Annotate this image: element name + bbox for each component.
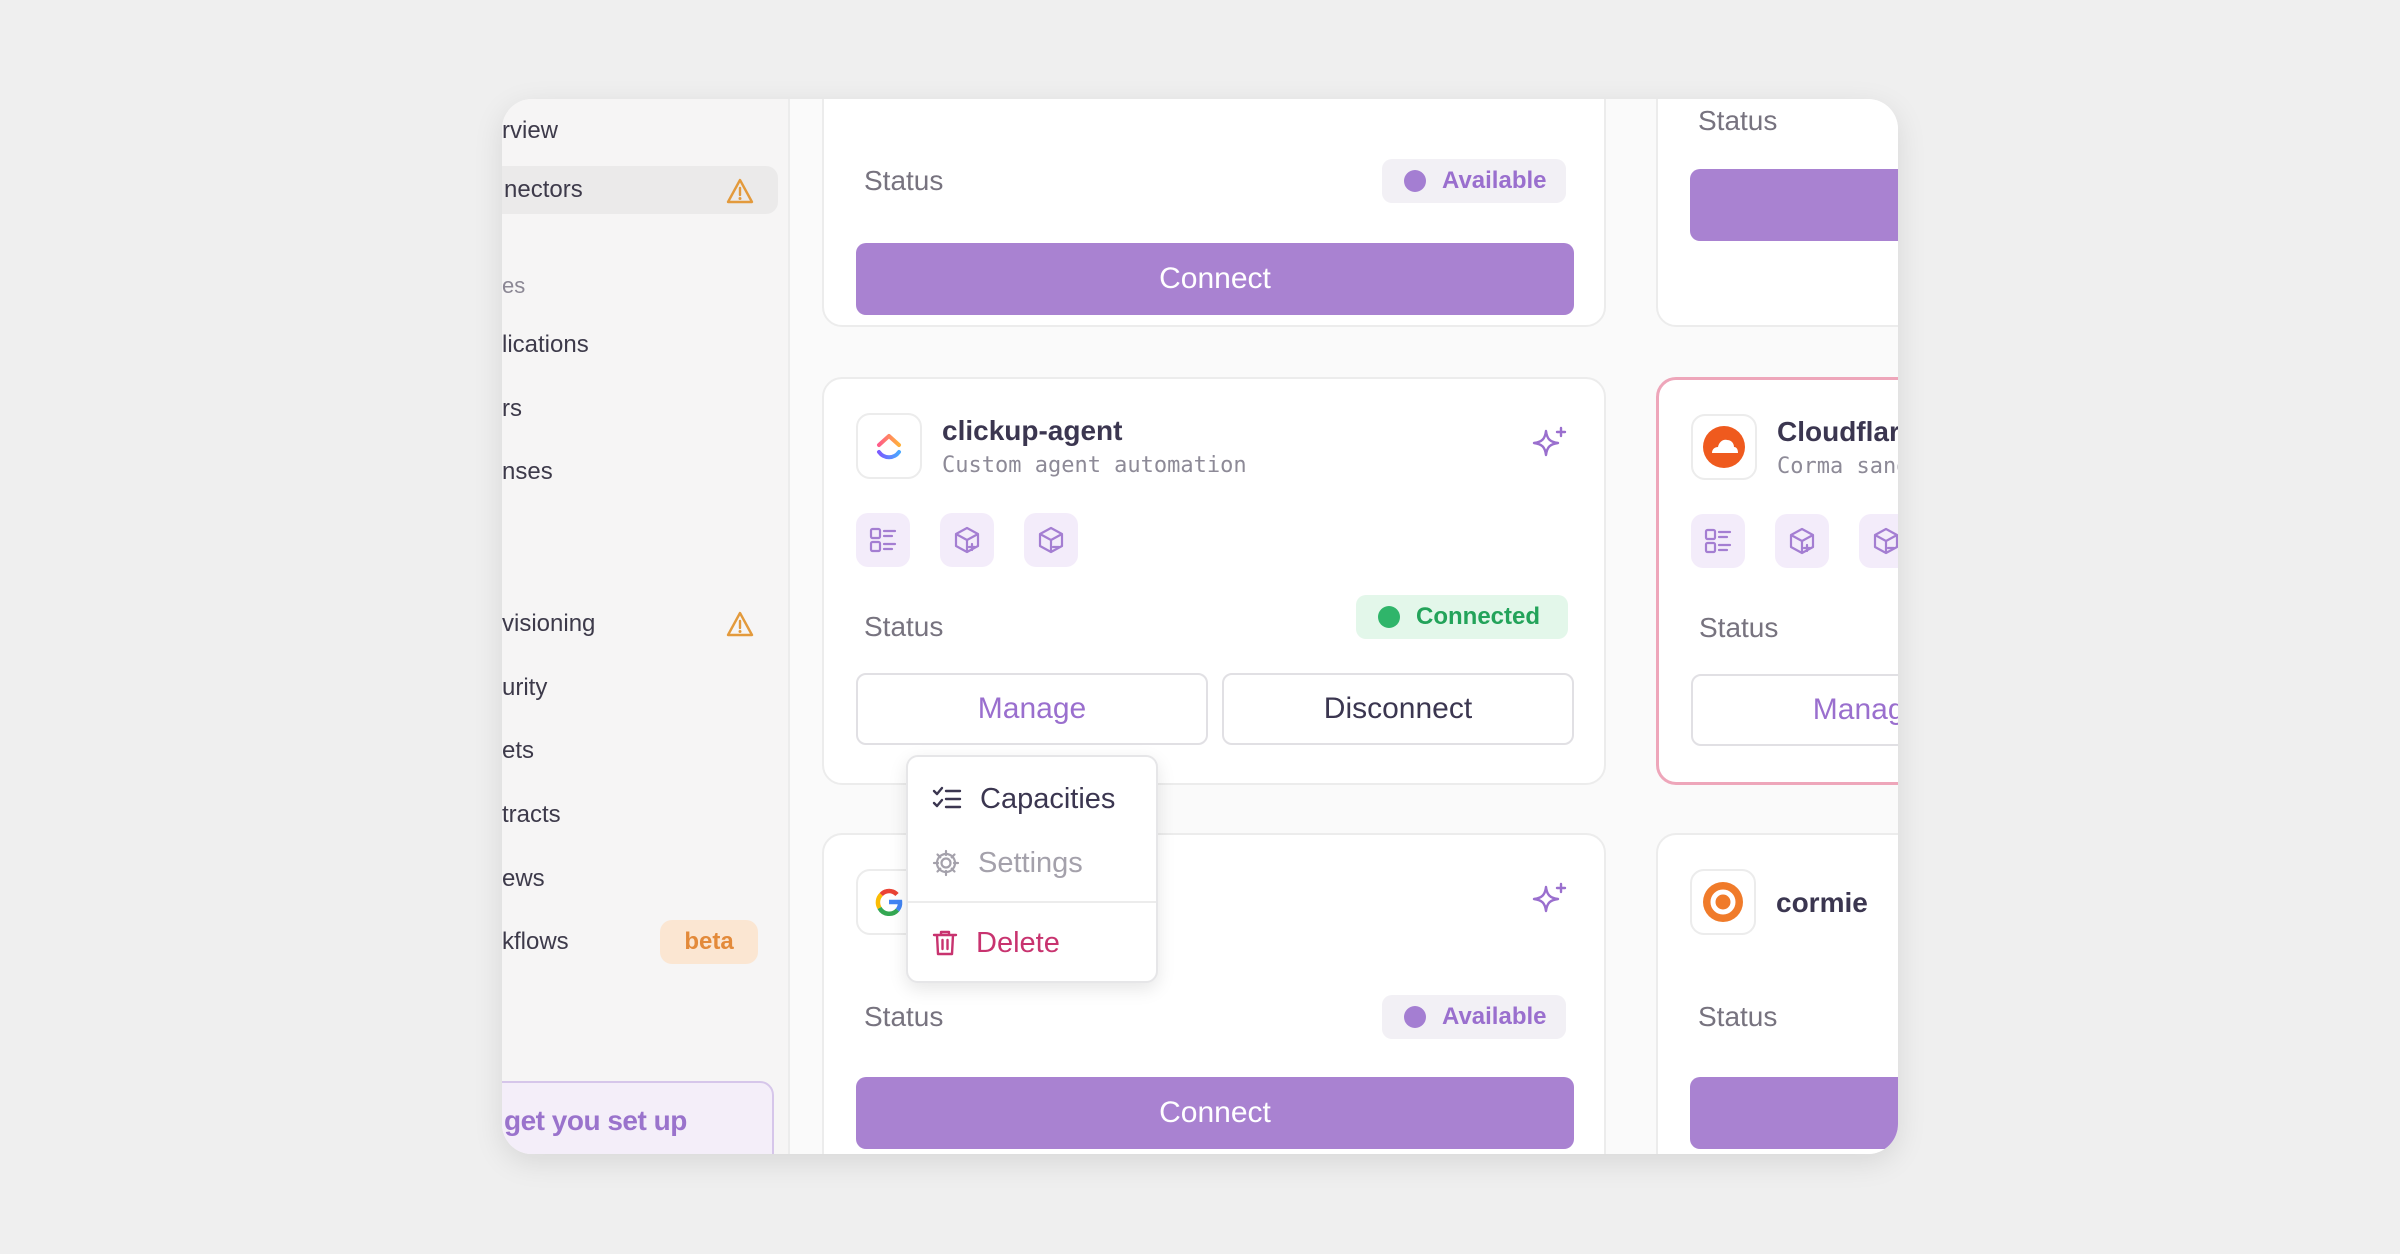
- cloudflare-logo: [1691, 414, 1757, 480]
- package-remove-icon: [1024, 513, 1078, 567]
- menu-item-label: Capacities: [980, 782, 1116, 815]
- sidebar-item-label: lications: [502, 331, 589, 358]
- sidebar-item-label: tracts: [502, 801, 561, 828]
- connector-card-clickup: clickup-agent Custom agent automation St…: [822, 377, 1606, 785]
- capacities-icon: [856, 513, 910, 567]
- sidebar-item-provisioning[interactable]: visioning: [502, 600, 595, 648]
- manage-dropdown-menu: Capacities Settings Delete: [906, 755, 1158, 983]
- sidebar-item-reviews[interactable]: ews: [502, 855, 545, 903]
- trash-icon: [932, 930, 958, 956]
- sidebar-item-applications[interactable]: lications: [502, 321, 589, 369]
- package-remove-icon: [1859, 514, 1898, 568]
- sidebar-item-users[interactable]: rs: [502, 385, 522, 433]
- sidebar-item-label: rview: [502, 117, 559, 144]
- menu-item-settings[interactable]: Settings: [932, 841, 1083, 885]
- connector-subtitle: Custom agent automation: [942, 453, 1247, 478]
- menu-item-delete[interactable]: Delete: [932, 921, 1060, 965]
- status-dot: [1404, 1006, 1426, 1028]
- connector-card: Status Available Connect: [822, 99, 1606, 327]
- disconnect-button[interactable]: Disconnect: [1222, 673, 1574, 745]
- box-plus-icon: [954, 526, 980, 554]
- connector-subtitle: Corma sandbox: [1777, 454, 1898, 479]
- sidebar-item-label: rs: [502, 395, 522, 422]
- sparkle-icon[interactable]: [1530, 425, 1570, 465]
- connect-button[interactable]: [1690, 169, 1898, 241]
- sparkle-icon[interactable]: [1530, 881, 1570, 921]
- sidebar-item-overview[interactable]: rview: [502, 107, 558, 155]
- status-label: Status: [864, 611, 944, 642]
- cormie-icon: [1703, 882, 1743, 922]
- connect-button[interactable]: Connect: [856, 243, 1574, 315]
- cloudflare-icon: [1703, 426, 1745, 468]
- sidebar-item-security[interactable]: urity: [502, 664, 547, 712]
- manage-button[interactable]: Manage: [856, 673, 1208, 745]
- status-label: Status: [864, 165, 944, 196]
- cormie-logo: [1690, 869, 1756, 935]
- sidebar: rview nectors es lications rs nses visio…: [502, 99, 790, 1154]
- status-badge: Available: [1382, 159, 1566, 203]
- sidebar-item-workflows[interactable]: kflows: [502, 918, 569, 966]
- menu-item-capacities[interactable]: Capacities: [932, 777, 1115, 821]
- connect-button[interactable]: [1690, 1077, 1898, 1149]
- status-label: Status: [1698, 105, 1778, 136]
- status-badge: Available: [1382, 995, 1566, 1039]
- menu-item-label: Delete: [976, 926, 1060, 959]
- status-badge-text: Connected: [1416, 603, 1541, 630]
- sidebar-item-label: kflows: [502, 928, 569, 955]
- status-badge: Connected: [1356, 595, 1568, 639]
- status-label: Status: [864, 1001, 944, 1032]
- checklist-icon: [932, 786, 962, 809]
- gear-icon: [932, 849, 960, 877]
- status-badge-text: Available: [1442, 167, 1547, 194]
- box-plus-icon: [1789, 527, 1815, 555]
- warning-icon: [726, 611, 754, 637]
- connector-name: clickup-agent: [942, 415, 1123, 446]
- sidebar-item-assets[interactable]: ets: [502, 727, 534, 775]
- list-grid-icon: [1704, 528, 1732, 554]
- warning-icon: [726, 178, 754, 204]
- menu-divider: [908, 901, 1156, 903]
- setup-banner[interactable]: get you set up: [502, 1081, 774, 1154]
- google-icon: [875, 888, 903, 916]
- sidebar-item-label: nectors: [504, 176, 583, 203]
- beta-badge: beta: [660, 920, 758, 964]
- section-label: es: [502, 273, 526, 298]
- clickup-icon: [877, 434, 901, 460]
- clickup-logo: [856, 413, 922, 479]
- box-minus-icon: [1873, 527, 1898, 555]
- manage-button[interactable]: Manage: [1691, 674, 1898, 746]
- connector-name: cormie: [1776, 887, 1868, 918]
- connector-card: Status: [1656, 99, 1898, 327]
- menu-item-label: Settings: [978, 846, 1083, 879]
- sidebar-item-label: ets: [502, 737, 535, 764]
- connect-button[interactable]: Connect: [856, 1077, 1574, 1149]
- sidebar-item-licenses[interactable]: nses: [502, 448, 553, 496]
- sidebar-item-label: visioning: [502, 610, 596, 637]
- status-dot: [1378, 606, 1400, 628]
- capacities-icon: [1691, 514, 1745, 568]
- connector-card-cormie: cormie Status: [1656, 833, 1898, 1154]
- status-badge-text: Available: [1442, 1003, 1547, 1030]
- sidebar-item-label: ews: [502, 865, 545, 892]
- app-window: rview nectors es lications rs nses visio…: [502, 99, 1898, 1154]
- box-minus-icon: [1038, 526, 1064, 554]
- package-add-icon: [1775, 514, 1829, 568]
- list-grid-icon: [869, 527, 897, 553]
- status-label: Status: [1699, 612, 1779, 643]
- status-dot: [1404, 170, 1426, 192]
- connector-card-cloudflare: Cloudflare Corma sandbox Status Manage: [1656, 377, 1898, 785]
- status-label: Status: [1698, 1001, 1778, 1032]
- sidebar-item-label: urity: [502, 674, 548, 701]
- connector-name: Cloudflare: [1777, 416, 1898, 447]
- sidebar-item-label: nses: [502, 458, 553, 485]
- sidebar-item-contracts[interactable]: tracts: [502, 791, 561, 839]
- package-add-icon: [940, 513, 994, 567]
